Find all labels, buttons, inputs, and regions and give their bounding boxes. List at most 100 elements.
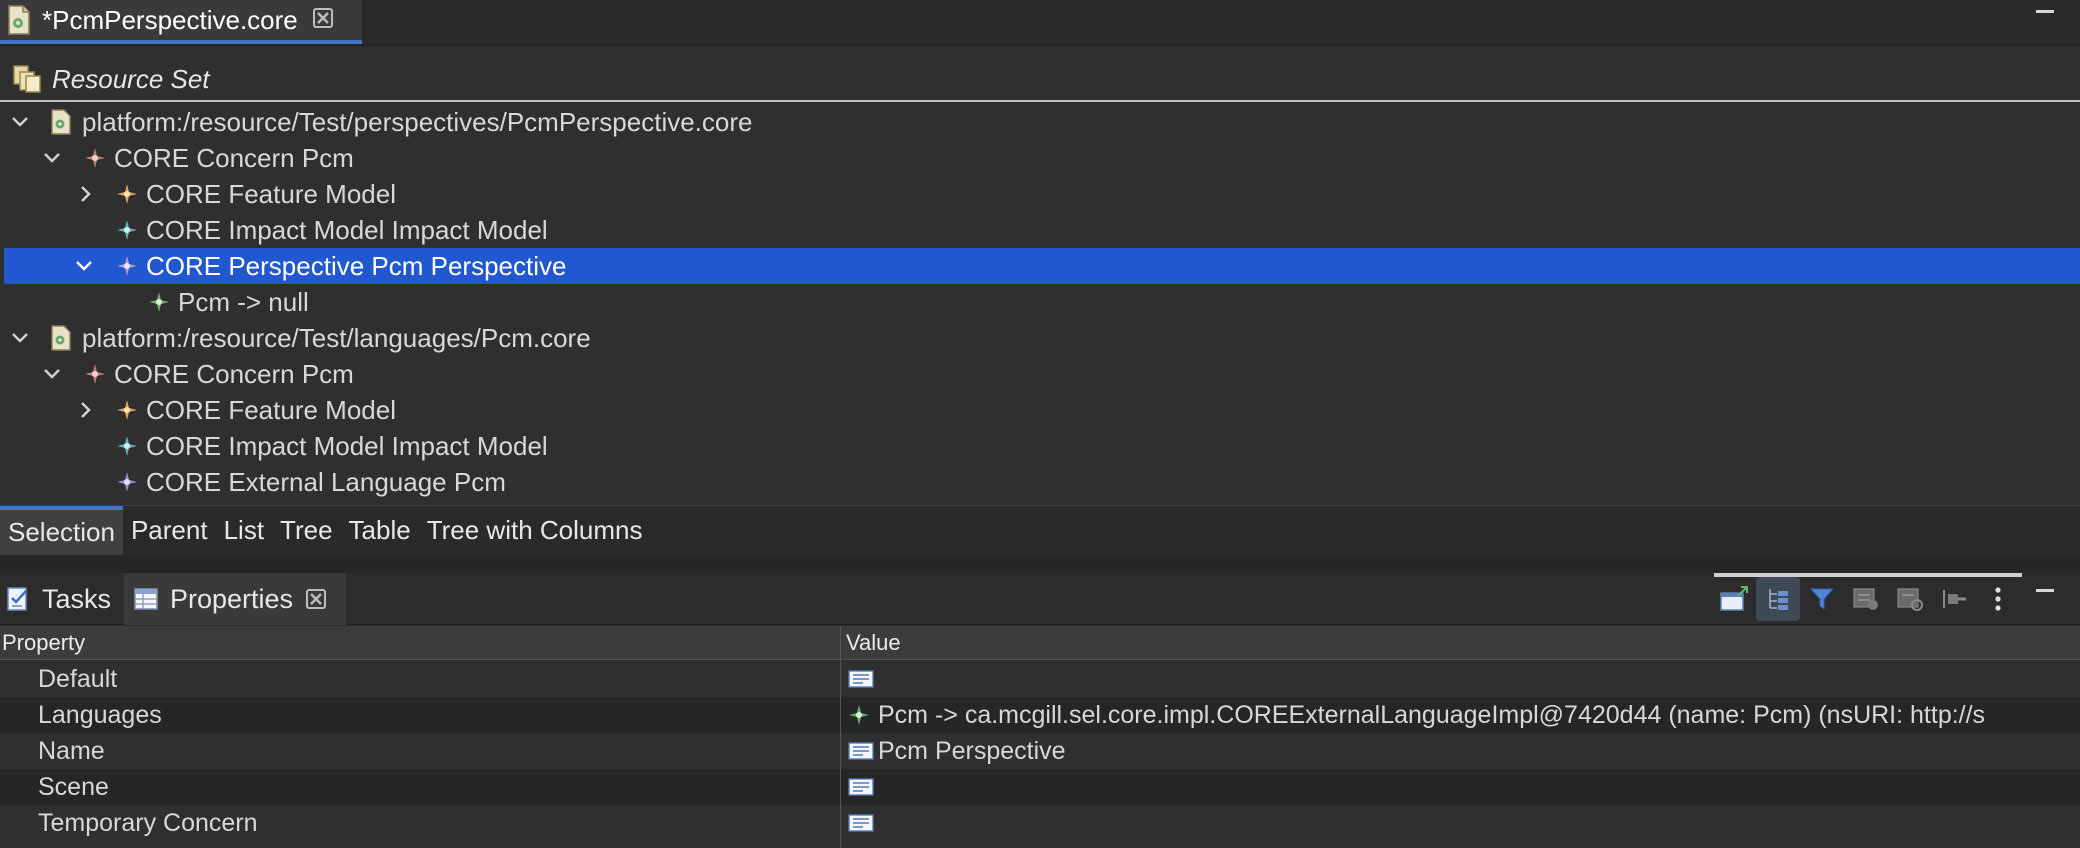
property-name: Languages	[38, 700, 162, 729]
editor-tab-bar: *PcmPerspective.core	[0, 0, 2080, 46]
language-mapping-icon	[149, 292, 169, 312]
property-name: Temporary Concern	[38, 808, 258, 837]
column-header-value[interactable]: Value	[846, 626, 901, 660]
minimize-editor-button[interactable]	[2036, 10, 2054, 13]
properties-table-header: Property Value	[0, 626, 2080, 660]
impact-model-icon	[117, 220, 137, 240]
tree-row-resource[interactable]: platform:/resource/Test/languages/Pcm.co…	[4, 320, 2080, 356]
tree-row-label: CORE Feature Model	[146, 394, 396, 425]
filter-icon[interactable]	[1800, 577, 1844, 621]
property-row-default[interactable]: Default	[0, 661, 2080, 697]
tree-row-label: CORE Feature Model	[146, 178, 396, 209]
feature-model-icon	[117, 400, 137, 420]
tree-row-language-mapping[interactable]: Pcm -> null	[4, 284, 2080, 320]
tab-tasks-label: Tasks	[42, 583, 112, 614]
tree-row-label: CORE Impact Model Impact Model	[146, 430, 548, 461]
tab-tree[interactable]: Tree	[272, 506, 341, 556]
tasks-icon	[7, 587, 27, 611]
property-value[interactable]: Pcm Perspective	[848, 733, 1066, 769]
new-window-icon[interactable]	[1712, 577, 1756, 621]
property-row-name[interactable]: Name Pcm Perspective	[0, 733, 2080, 769]
property-value[interactable]: Pcm -> ca.mcgill.sel.core.impl.COREExter…	[848, 697, 1985, 733]
property-value[interactable]	[848, 661, 878, 697]
editor-page-tabs: Selection Parent List Tree Table Tree wi…	[0, 505, 2080, 556]
view-tab-bar: Tasks Properties	[0, 573, 2080, 625]
tree-row-label: CORE Perspective Pcm Perspective	[146, 250, 567, 281]
impact-model-icon	[117, 436, 137, 456]
tree-row-resource[interactable]: platform:/resource/Test/perspectives/Pcm…	[4, 104, 2080, 140]
view-sash[interactable]	[0, 555, 2080, 573]
text-value-icon	[848, 814, 874, 832]
view-menu-icon[interactable]	[1976, 577, 2020, 621]
tree-row-label: Pcm -> null	[178, 286, 309, 317]
perspective-icon	[117, 256, 137, 276]
tab-parent[interactable]: Parent	[123, 506, 216, 556]
tree-row-impact-model[interactable]: CORE Impact Model Impact Model	[4, 212, 2080, 248]
tree-row-label: CORE Impact Model Impact Model	[146, 214, 548, 245]
text-value-icon	[848, 742, 874, 760]
property-row-scene[interactable]: Scene	[0, 769, 2080, 805]
tree-row-feature-model[interactable]: CORE Feature Model	[4, 176, 2080, 212]
tree-row-concern[interactable]: CORE Concern Pcm	[4, 356, 2080, 392]
chevron-down-icon[interactable]	[74, 256, 94, 276]
core-file-icon	[51, 109, 71, 135]
property-name: Default	[38, 664, 118, 693]
tree-row-label: CORE Concern Pcm	[114, 358, 354, 389]
text-value-icon	[848, 670, 874, 688]
concern-icon	[85, 148, 105, 168]
tree-row-label: CORE External Language Pcm	[146, 466, 506, 497]
property-value[interactable]	[848, 805, 878, 841]
chevron-down-icon[interactable]	[10, 112, 30, 132]
properties-toolbar	[1712, 573, 2020, 625]
editor-tab[interactable]: *PcmPerspective.core	[0, 0, 362, 44]
advanced-icon[interactable]	[1844, 577, 1888, 621]
tree-row-perspective[interactable]: CORE Perspective Pcm Perspective	[4, 248, 2080, 284]
tab-list[interactable]: List	[216, 506, 272, 556]
editor-tab-title: *PcmPerspective.core	[42, 4, 298, 35]
tree-row-label: CORE Concern Pcm	[114, 142, 354, 173]
text-value-icon	[848, 778, 874, 796]
tree-row-label: platform:/resource/Test/languages/Pcm.co…	[82, 322, 591, 353]
core-file-icon	[51, 325, 71, 351]
feature-model-icon	[117, 184, 137, 204]
column-separator[interactable]	[840, 626, 841, 848]
resource-set-label: Resource Set	[52, 63, 210, 94]
chevron-right-icon[interactable]	[76, 184, 96, 204]
column-header-property[interactable]: Property	[2, 626, 85, 660]
chevron-down-icon[interactable]	[42, 148, 62, 168]
property-value-text: Pcm -> ca.mcgill.sel.core.impl.COREExter…	[878, 700, 1986, 729]
chevron-right-icon[interactable]	[76, 400, 96, 420]
property-value-text: Pcm Perspective	[878, 736, 1066, 765]
pin-icon[interactable]	[1932, 577, 1976, 621]
chevron-down-icon[interactable]	[42, 364, 62, 384]
tree-row-impact-model[interactable]: CORE Impact Model Impact Model	[4, 428, 2080, 464]
property-name: Name	[38, 736, 105, 765]
property-value[interactable]	[848, 769, 878, 805]
resource-set-icon	[13, 65, 41, 93]
tab-tasks[interactable]: Tasks	[0, 573, 120, 625]
properties-icon	[134, 588, 158, 610]
tab-tree-with-columns[interactable]: Tree with Columns	[419, 506, 651, 556]
tree-row-label: platform:/resource/Test/perspectives/Pcm…	[82, 106, 753, 137]
minimize-view-button[interactable]	[2036, 589, 2054, 592]
tab-selection[interactable]: Selection	[0, 505, 123, 556]
property-row-temporary-concern[interactable]: Temporary Concern	[0, 805, 2080, 841]
restore-default-icon[interactable]	[1888, 577, 1932, 621]
tree-row-concern[interactable]: CORE Concern Pcm	[4, 140, 2080, 176]
core-file-icon	[8, 5, 30, 35]
resource-set-header: Resource Set	[0, 58, 2080, 102]
tree-row-external-language[interactable]: CORE External Language Pcm	[4, 464, 2080, 500]
categories-icon[interactable]	[1756, 577, 1800, 621]
property-row-languages[interactable]: Languages Pcm -> ca.mcgill.sel.core.impl…	[0, 697, 2080, 733]
concern-icon	[85, 364, 105, 384]
tab-properties[interactable]: Properties	[124, 573, 346, 625]
model-tree: platform:/resource/Test/perspectives/Pcm…	[0, 104, 2080, 504]
tree-row-feature-model[interactable]: CORE Feature Model	[4, 392, 2080, 428]
external-language-icon	[117, 472, 137, 492]
close-icon[interactable]	[312, 7, 334, 33]
chevron-down-icon[interactable]	[10, 328, 30, 348]
property-name: Scene	[38, 772, 109, 801]
tab-properties-label: Properties	[170, 583, 294, 614]
close-icon[interactable]	[305, 588, 327, 610]
tab-table[interactable]: Table	[341, 506, 419, 556]
